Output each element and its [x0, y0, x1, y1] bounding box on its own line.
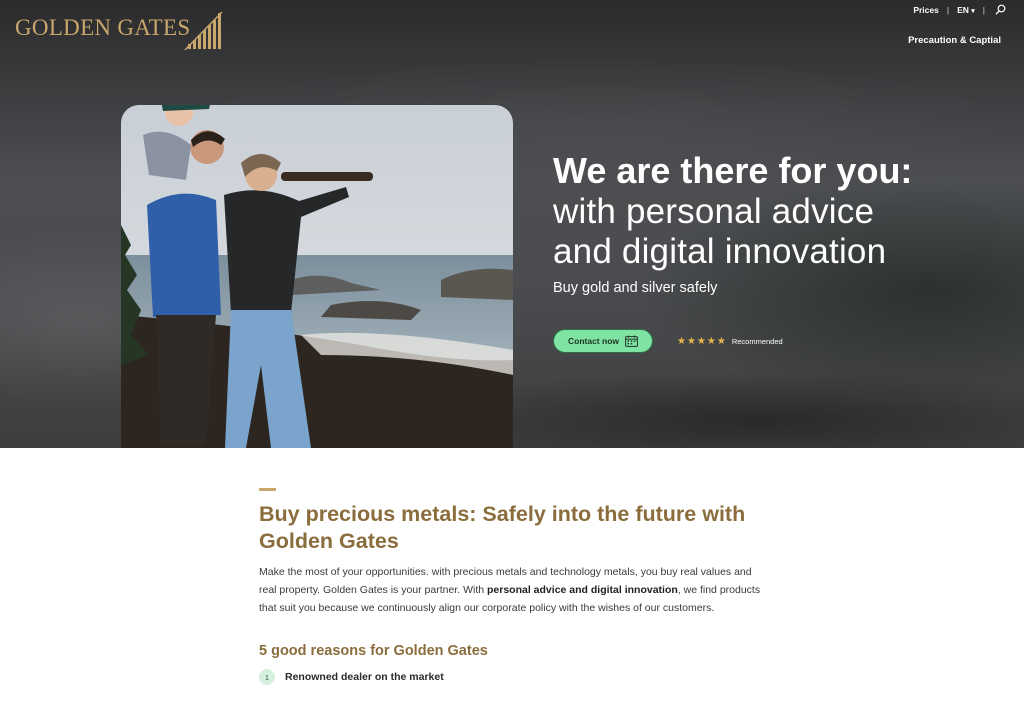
hero-headline-line3: and digital innovation — [553, 232, 887, 271]
rating-stars-icon: ★★★★★ — [677, 335, 727, 347]
reason-label: Renowned dealer on the market — [285, 671, 444, 683]
contact-now-button[interactable]: Contact now — [553, 329, 653, 353]
search-icon[interactable] — [995, 4, 1006, 15]
language-label: EN — [957, 4, 969, 15]
logo-text: GOLDEN GATES — [15, 15, 191, 40]
nav-prices-link[interactable]: Prices — [913, 5, 939, 15]
hero-section: GOLDEN GATES Prices | EN ▾ | Precaution … — [0, 0, 1024, 448]
top-navigation: Prices | EN ▾ | — [913, 4, 1006, 15]
hero-headline: We are there for you: — [553, 150, 913, 191]
hero-tagline: Buy gold and silver safely — [553, 280, 718, 296]
section-heading: Buy precious metals: Safely into the fut… — [259, 502, 746, 553]
recommended-label: Recommended — [731, 336, 783, 346]
hero-photo-illustration — [121, 105, 513, 448]
contact-now-label: Contact now — [568, 336, 619, 346]
logo[interactable]: GOLDEN GATES — [15, 11, 224, 51]
chevron-down-icon: ▾ — [971, 7, 975, 15]
list-item: 1 Renowned dealer on the market — [259, 669, 779, 685]
nav-separator: | — [946, 4, 950, 15]
hero-cta-row: Contact now ★★★★★ Recommended — [553, 329, 783, 353]
hero-text-block: We are there for you: with personal advi… — [553, 150, 912, 296]
hero-headline-line2: with personal advice — [553, 192, 875, 231]
intro-paragraph: Make the most of your opportunities. wit… — [259, 563, 769, 617]
reason-number-badge: 1 — [259, 669, 275, 685]
nav-precaution-link[interactable]: Precaution & Captial — [908, 35, 1001, 46]
accent-divider — [259, 488, 276, 491]
main-content: Buy precious metals: Safely into the fut… — [259, 488, 779, 685]
calendar-icon — [625, 335, 638, 347]
nav-separator: | — [982, 4, 985, 15]
intro-text-bold: personal advice and digital innovation — [487, 584, 678, 596]
language-selector[interactable]: EN ▾ — [957, 5, 975, 15]
hero-family-photo — [121, 105, 513, 448]
logo-bars-icon — [184, 11, 223, 51]
reasons-heading: 5 good reasons for Golden Gates — [259, 643, 488, 659]
